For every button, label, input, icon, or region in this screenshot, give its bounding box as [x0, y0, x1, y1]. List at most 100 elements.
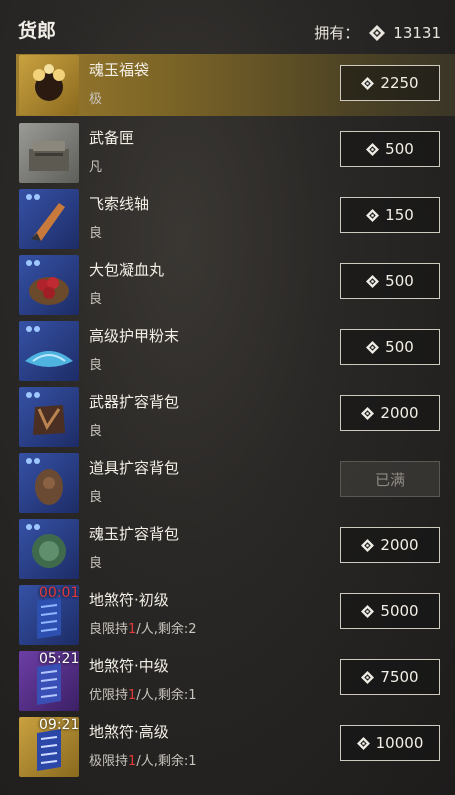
currency-balance: 拥有： 13131	[314, 22, 441, 43]
soul-jade-icon	[356, 736, 370, 750]
purchase-limit: 限持	[102, 688, 129, 703]
price-label: 150	[385, 206, 414, 224]
item-meta: 良	[89, 420, 102, 439]
own-amount: 13131	[393, 23, 441, 42]
soul-jade-icon	[361, 670, 375, 684]
item-meta: 良	[89, 486, 102, 505]
item-meta: 极限持1/人,剩余:1	[89, 750, 196, 769]
own-label: 拥有：	[314, 24, 360, 42]
purchase-limit: 限持	[102, 754, 129, 769]
purchase-limit-remaining: /人,剩余:1	[136, 754, 197, 769]
price-label: 500	[385, 338, 414, 356]
buy-button[interactable]: 2250	[340, 65, 440, 101]
price-label: 2000	[380, 404, 419, 422]
item-icon: 00:01	[19, 585, 79, 645]
cooldown-timer: 05:21	[39, 651, 79, 667]
item-meta: 凡	[89, 156, 102, 175]
buy-button[interactable]: 10000	[340, 725, 440, 761]
item-quality: 良	[89, 292, 103, 307]
shop-item-list: 魂玉福袋极 2250 武备匣凡 500 飞索线轴良 150 大包凝血丸良 500 高级护甲粉末良…	[16, 54, 455, 780]
buy-button[interactable]: 2000	[340, 527, 440, 563]
soul-jade-icon	[361, 604, 375, 618]
item-icon	[19, 189, 79, 249]
item-quality: 优	[89, 688, 103, 703]
item-quality: 良	[89, 622, 103, 637]
buy-button[interactable]: 500	[340, 329, 440, 365]
item-name: 飞索线轴	[89, 195, 150, 213]
soul-jade-icon	[361, 406, 375, 420]
item-icon	[19, 123, 79, 183]
shop-item-row[interactable]: 魂玉扩容背包良 2000	[16, 516, 455, 582]
item-icon: 05:21	[19, 651, 79, 711]
shop-title: 货郎	[18, 20, 57, 42]
item-meta: 良	[89, 222, 102, 241]
item-name: 高级护甲粉末	[89, 327, 180, 345]
item-name: 魂玉福袋	[89, 61, 150, 79]
soul-jade-icon	[366, 142, 380, 156]
item-name: 大包凝血丸	[89, 261, 165, 279]
buy-button[interactable]: 150	[340, 197, 440, 233]
price-label: 10000	[375, 734, 424, 752]
price-label: 500	[385, 140, 414, 158]
shop-header: 货郎 拥有： 13131	[0, 0, 455, 56]
item-icon	[19, 519, 79, 579]
sold-out-button: 已满	[340, 461, 440, 497]
price-label: 2000	[380, 536, 419, 554]
shop-item-row[interactable]: 大包凝血丸良 500	[16, 252, 455, 318]
soul-jade-icon	[366, 208, 380, 222]
purchase-limit-remaining: /人,剩余:1	[136, 688, 197, 703]
buy-button[interactable]: 500	[340, 131, 440, 167]
purchase-limit-remaining: /人,剩余:2	[136, 622, 197, 637]
shop-item-row[interactable]: 高级护甲粉末良 500	[16, 318, 455, 384]
soul-jade-icon	[361, 538, 375, 552]
purchase-limit: 限持	[102, 622, 129, 637]
item-name: 武备匣	[89, 129, 135, 147]
price-label: 2250	[380, 74, 419, 92]
item-quality: 良	[89, 226, 103, 241]
item-icon	[19, 55, 79, 115]
item-meta: 良	[89, 552, 102, 571]
item-meta: 良限持1/人,剩余:2	[89, 618, 196, 637]
soul-jade-icon	[366, 340, 380, 354]
item-quality: 极	[89, 754, 103, 769]
shop-item-row[interactable]: 09:21 地煞符·高级极限持1/人,剩余:1 10000	[16, 714, 455, 780]
cooldown-timer: 09:21	[39, 717, 79, 733]
item-meta: 良	[89, 288, 102, 307]
item-icon	[19, 255, 79, 315]
price-label: 5000	[380, 602, 419, 620]
soul-jade-icon	[369, 24, 386, 41]
item-name: 地煞符·高级	[89, 723, 169, 741]
price-label: 7500	[380, 668, 419, 686]
item-name: 地煞符·中级	[89, 657, 169, 675]
item-quality: 凡	[89, 160, 103, 175]
item-quality: 极	[89, 92, 103, 107]
buy-button[interactable]: 500	[340, 263, 440, 299]
item-meta: 优限持1/人,剩余:1	[89, 684, 196, 703]
price-label: 已满	[374, 470, 405, 489]
shop-item-row[interactable]: 武备匣凡 500	[16, 120, 455, 186]
item-quality: 良	[89, 490, 103, 505]
shop-item-row[interactable]: 00:01 地煞符·初级 良限持1/人,剩余:2 5000	[16, 582, 455, 648]
price-label: 500	[385, 272, 414, 290]
item-name: 道具扩容背包	[89, 459, 180, 477]
item-meta: 极	[89, 88, 102, 107]
buy-button[interactable]: 2000	[340, 395, 440, 431]
shop-item-row[interactable]: 武器扩容背包良 2000	[16, 384, 455, 450]
shop-item-row[interactable]: 05:21 地煞符·中级优限持1/人,剩余:1 7500	[16, 648, 455, 714]
item-quality: 良	[89, 424, 103, 439]
item-quality: 良	[89, 556, 103, 571]
buy-button[interactable]: 7500	[340, 659, 440, 695]
shop-item-row[interactable]: 魂玉福袋极 2250	[16, 54, 455, 116]
item-icon	[19, 453, 79, 513]
shop-item-row[interactable]: 飞索线轴良 150	[16, 186, 455, 252]
item-name: 魂玉扩容背包	[89, 525, 180, 543]
item-quality: 良	[89, 358, 103, 373]
cooldown-timer: 00:01	[39, 585, 79, 601]
soul-jade-icon	[361, 76, 375, 90]
shop-item-row[interactable]: 道具扩容背包良 已满	[16, 450, 455, 516]
item-meta: 良	[89, 354, 102, 373]
item-name: 武器扩容背包	[89, 393, 180, 411]
buy-button[interactable]: 5000	[340, 593, 440, 629]
soul-jade-icon	[366, 274, 380, 288]
item-icon	[19, 321, 79, 381]
